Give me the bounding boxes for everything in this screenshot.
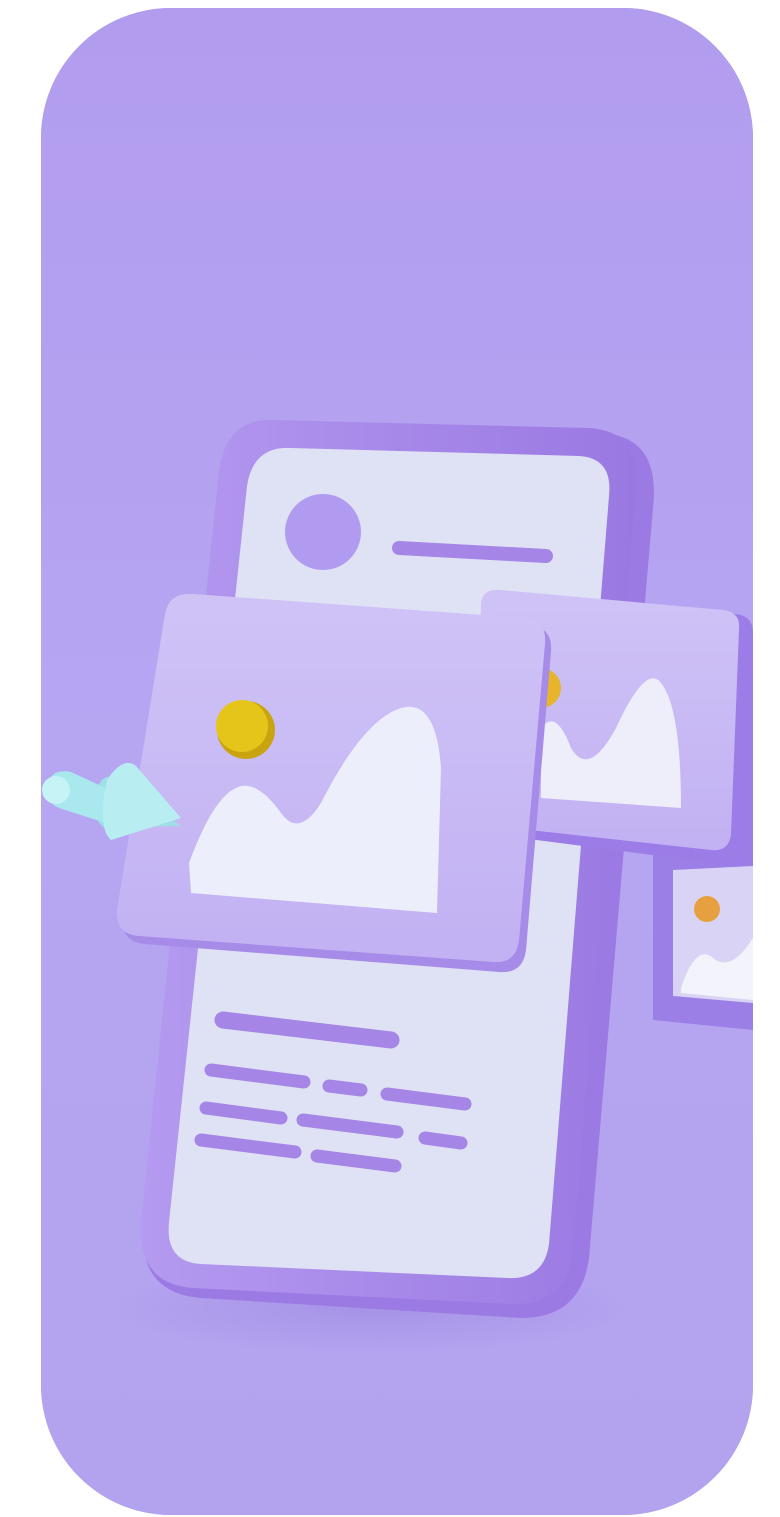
header-line bbox=[392, 541, 553, 563]
back-image-card-small bbox=[653, 850, 753, 1030]
illustration-card bbox=[41, 8, 753, 1515]
sun-icon-small bbox=[694, 896, 720, 922]
illustration-svg bbox=[41, 8, 753, 1515]
sun-icon bbox=[216, 700, 268, 752]
avatar-circle-icon bbox=[285, 494, 361, 570]
image-placeholder-icon bbox=[116, 593, 552, 973]
